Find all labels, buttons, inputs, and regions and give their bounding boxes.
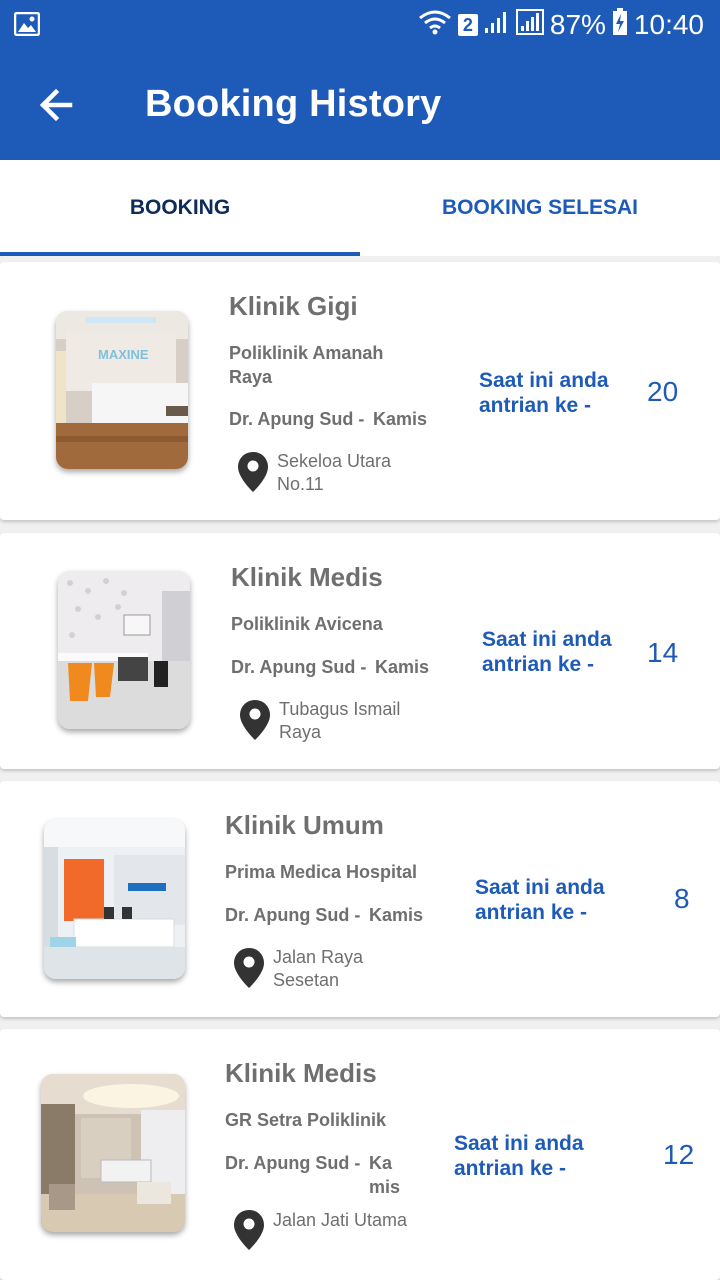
clinic-address: Jalan Jati Utama [273,1210,408,1230]
signal-icon [484,9,510,41]
status-bar: 2 87% 10:40 [0,0,720,50]
location-pin-icon [237,451,269,493]
queue-label: Saat ini anda antrian ke - [475,876,605,924]
clinic-name: Klinik Gigi [229,291,358,321]
polyclinic-name: Poliklinik Amanah Raya [229,343,384,387]
schedule-day: Kamis [369,905,424,925]
polyclinic-name: Poliklinik Avicena [231,614,383,634]
wifi-icon [418,9,452,42]
doctor-schedule: Dr. Apung Sud - Ka mis [225,1151,400,1197]
clinic-name: Klinik Medis [225,1058,377,1088]
location-pin-icon [233,1209,265,1251]
svg-text:MAXINE: MAXINE [98,347,149,362]
app-bar: Booking History [0,50,720,160]
queue-label: Saat ini anda antrian ke - [479,369,609,417]
schedule-day: Ka mis [369,1153,401,1197]
clinic-address: Jalan Raya Sesetan [273,947,364,990]
clock: 10:40 [633,9,704,40]
polyclinic-name: GR Setra Poliklinik [225,1110,387,1130]
schedule-day: Kamis [373,409,428,429]
active-tab-indicator [0,252,360,256]
tab-bar: BOOKING BOOKING SELESAI [0,160,720,256]
clinic-photo [41,1074,185,1232]
booking-card[interactable]: Klinik Medis GR Setra Poliklinik Dr. Apu… [0,1029,720,1280]
queue-label: Saat ini anda antrian ke - [482,628,612,676]
queue-number: 14 [647,637,679,668]
polyclinic-name: Prima Medica Hospital [225,862,418,882]
location-pin-icon [239,699,271,741]
sim-badge: 2 [457,14,478,36]
queue-number: 20 [647,376,679,407]
clinic-address: Tubagus Ismail Raya [279,699,401,742]
doctor-name: Dr. Apung Sud - [229,409,365,429]
battery-percent: 87% [549,9,606,40]
clinic-photo [44,819,185,979]
booking-card[interactable]: Klinik Medis Poliklinik Avicena Dr. Apun… [0,533,720,769]
clinic-photo: MAXINE [56,311,188,469]
gallery-notification-icon [13,11,41,41]
page-title: Booking History [145,83,442,125]
tab-booking-selesai[interactable]: BOOKING SELESAI [360,160,720,256]
battery-charging-icon [612,7,628,43]
tab-booking[interactable]: BOOKING [0,160,360,256]
queue-number: 8 [674,883,690,914]
doctor-name: Dr. Apung Sud - [231,657,367,677]
doctor-schedule: Dr. Apung Sud - Kamis [229,407,427,431]
clinic-name: Klinik Umum [225,810,384,840]
doctor-name: Dr. Apung Sud - [225,1153,361,1173]
signal-icon-2 [515,8,544,42]
clinic-name: Klinik Medis [231,562,383,592]
clinic-photo [58,571,190,729]
booking-card[interactable]: MAXINE Klinik Gigi Poliklinik Amanah Ray… [0,262,720,520]
location-pin-icon [233,947,265,989]
arrow-left-icon[interactable] [32,80,82,130]
doctor-schedule: Dr. Apung Sud - Kamis [225,903,423,927]
booking-card[interactable]: Klinik Umum Prima Medica Hospital Dr. Ap… [0,781,720,1017]
schedule-day: Kamis [375,657,430,677]
queue-number: 12 [663,1139,695,1170]
doctor-name: Dr. Apung Sud - [225,905,361,925]
queue-label: Saat ini anda antrian ke - [454,1132,584,1180]
clinic-address: Sekeloa Utara No.11 [277,451,392,494]
doctor-schedule: Dr. Apung Sud - Kamis [231,655,429,679]
